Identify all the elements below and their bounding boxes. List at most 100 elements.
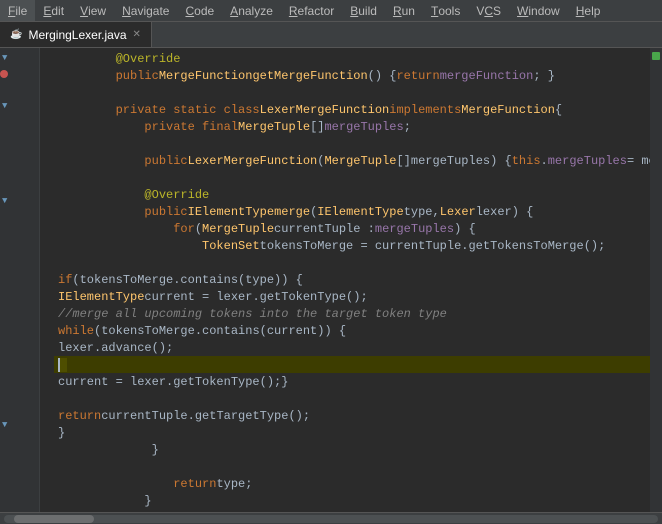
gutter-row-18 [0, 321, 39, 337]
fold-marker-18 [40, 337, 54, 354]
gutter-row-22 [0, 385, 39, 401]
gutter-row-3 [0, 82, 39, 98]
menu-vcs[interactable]: VCS [468, 0, 509, 21]
fold-marker-10 [40, 201, 54, 218]
code-line-12: TokenSet tokensToMerge = currentTuple.ge… [54, 237, 650, 254]
gutter-row-21 [0, 369, 39, 385]
gutter-row-6 [0, 130, 39, 146]
code-line-1: @Override [54, 50, 650, 67]
gutter-row-16 [0, 289, 39, 305]
code-line-22: return currentTuple.getTargetType(); [54, 407, 650, 424]
gutter-row-12 [0, 225, 39, 241]
fold-marker-20 [40, 371, 54, 388]
code-line-7: public LexerMergeFunction ( MergeTuple [… [54, 152, 650, 169]
gutter-row-8 [0, 162, 39, 178]
fold-marker-11 [40, 218, 54, 235]
menu-refactor[interactable]: Refactor [281, 0, 342, 21]
gutter-row-1: ▼ [0, 50, 39, 66]
gutter-row-11 [0, 209, 39, 225]
fold-marker-4 [40, 99, 54, 116]
gutter-row-23 [0, 401, 39, 417]
scrollbar-track [4, 515, 658, 523]
fold-marker-16 [40, 303, 54, 320]
menu-analyze[interactable]: Analyze [222, 0, 281, 21]
code-line-17: while (tokensToMerge.contains(current)) … [54, 322, 650, 339]
fold-marker-25 [40, 456, 54, 473]
menu-tools[interactable]: Tools [423, 0, 468, 21]
code-line-4: private static class LexerMergeFunction … [54, 101, 650, 118]
code-line-16: //merge all upcoming tokens into the tar… [54, 305, 650, 322]
editor-container: ▼ ▼ ▼ ▼ [0, 48, 662, 512]
cursor [58, 358, 67, 372]
fold-margin [40, 48, 54, 512]
java-file-icon: ☕ [10, 29, 22, 40]
fold-icon-4[interactable]: ▼ [2, 101, 7, 111]
gutter-row-25 [0, 433, 39, 449]
right-validation-gutter [650, 48, 662, 512]
gutter-row-4: ▼ [0, 98, 39, 114]
fold-marker-17 [40, 320, 54, 337]
menu-navigate[interactable]: Navigate [114, 0, 177, 21]
menubar: File Edit View Navigate Code Analyze Ref… [0, 0, 662, 22]
breakpoint-2[interactable] [0, 70, 8, 78]
gutter-row-7 [0, 146, 39, 162]
gutter-row-15 [0, 273, 39, 289]
fold-marker-22 [40, 405, 54, 422]
line-number-gutter: ▼ ▼ ▼ ▼ [0, 48, 40, 512]
code-line-24: } [54, 441, 650, 458]
fold-marker-26 [40, 473, 54, 490]
menu-window[interactable]: Window [509, 0, 568, 21]
fold-marker-24 [40, 439, 54, 456]
menu-run[interactable]: Run [385, 0, 423, 21]
code-line-26: return type; [54, 475, 650, 492]
fold-marker-6 [40, 133, 54, 150]
code-line-13 [54, 254, 650, 271]
fold-marker-14 [40, 269, 54, 286]
gutter-row-28 [0, 480, 39, 496]
tabbar: ☕ MergingLexer.java ✕ [0, 22, 662, 48]
code-line-5: private final MergeTuple [] mergeTuples … [54, 118, 650, 135]
menu-help[interactable]: Help [568, 0, 609, 21]
menu-build[interactable]: Build [342, 0, 385, 21]
fold-marker-21 [40, 388, 54, 405]
code-line-15: IElementType current = lexer.getTokenTyp… [54, 288, 650, 305]
code-line-23: } [54, 424, 650, 441]
fold-marker-7 [40, 150, 54, 167]
code-editor[interactable]: @Override public MergeFunction getMergeF… [54, 48, 650, 512]
gutter-row-27 [0, 464, 39, 480]
code-line-6 [54, 135, 650, 152]
scrollbar-thumb[interactable] [14, 515, 94, 523]
code-line-21 [54, 390, 650, 407]
code-line-27: } [54, 492, 650, 509]
code-line-10: public IElementType merge ( IElementType… [54, 203, 650, 220]
fold-icon-24[interactable]: ▼ [2, 420, 7, 430]
code-line-14: if (tokensToMerge.contains(type)) { [54, 271, 650, 288]
menu-view[interactable]: View [72, 0, 114, 21]
fold-marker-1 [40, 48, 54, 65]
tab-merging-lexer[interactable]: ☕ MergingLexer.java ✕ [0, 22, 152, 47]
fold-marker-19 [40, 354, 54, 371]
code-line-2: public MergeFunction getMergeFunction ()… [54, 67, 650, 84]
gutter-row-26 [0, 448, 39, 464]
fold-marker-15 [40, 286, 54, 303]
gutter-row-10: ▼ [0, 193, 39, 209]
fold-marker-5 [40, 116, 54, 133]
gutter-row-13 [0, 241, 39, 257]
horizontal-scrollbar[interactable] [0, 512, 662, 524]
gutter-row-29 [0, 496, 39, 512]
menu-file[interactable]: File [0, 0, 35, 21]
tab-close-button[interactable]: ✕ [133, 29, 141, 40]
code-line-25 [54, 458, 650, 475]
fold-marker-3 [40, 82, 54, 99]
menu-code[interactable]: Code [177, 0, 222, 21]
fold-marker-2 [40, 65, 54, 82]
fold-icon-10[interactable]: ▼ [2, 196, 7, 206]
code-line-11: for ( MergeTuple currentTuple : mergeTup… [54, 220, 650, 237]
code-line-20: current = lexer.getTokenType();} [54, 373, 650, 390]
menu-edit[interactable]: Edit [35, 0, 72, 21]
gutter-row-9 [0, 178, 39, 194]
gutter-row-5 [0, 114, 39, 130]
fold-icon-1[interactable]: ▼ [2, 53, 7, 63]
code-line-19[interactable] [54, 356, 650, 373]
code-line-9: @Override [54, 186, 650, 203]
